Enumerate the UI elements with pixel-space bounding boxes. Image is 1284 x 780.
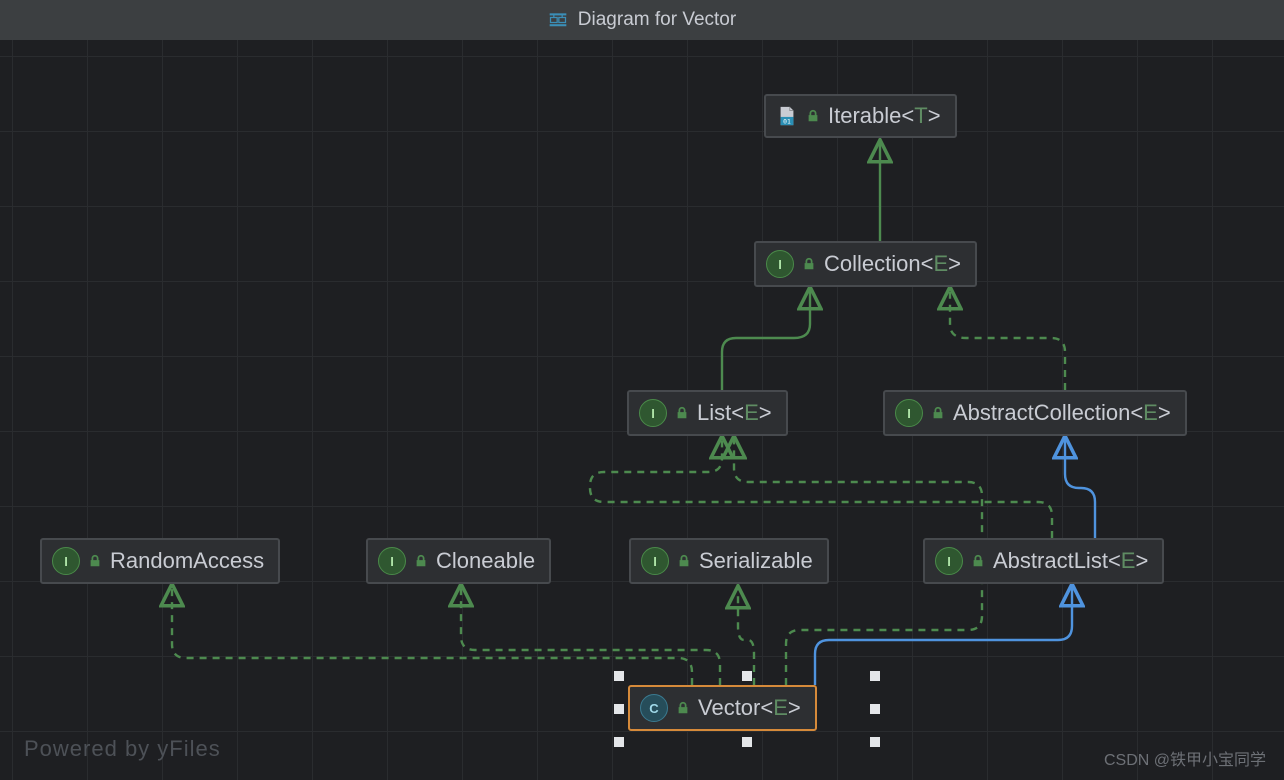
lock-icon <box>806 109 820 123</box>
edge-vector-cloneable <box>461 586 720 685</box>
node-label: AbstractList<E> <box>993 548 1148 574</box>
edge-vector-serializable <box>738 588 754 685</box>
lock-icon <box>802 257 816 271</box>
node-label: List<E> <box>697 400 772 426</box>
node-label: AbstractCollection<E> <box>953 400 1171 426</box>
node-label: RandomAccess <box>110 548 264 574</box>
node-label: Serializable <box>699 548 813 574</box>
interface-badge: I <box>641 547 669 575</box>
lock-icon <box>676 701 690 715</box>
edge-abscoll-collection <box>950 289 1065 390</box>
edge-list-collection <box>722 289 810 390</box>
lock-icon <box>931 406 945 420</box>
lock-icon <box>88 554 102 568</box>
edge-vector-abslist <box>815 586 1072 685</box>
node-abstractlist[interactable]: I AbstractList<E> <box>923 538 1164 584</box>
title-bar: Diagram for Vector <box>0 0 1284 40</box>
lock-icon <box>675 406 689 420</box>
node-label: Cloneable <box>436 548 535 574</box>
interface-badge: I <box>639 399 667 427</box>
title-text: Diagram for Vector <box>578 9 736 31</box>
lock-icon <box>414 554 428 568</box>
lock-icon <box>971 554 985 568</box>
interface-badge: I <box>766 250 794 278</box>
edge-abslist-abscoll <box>1065 438 1095 538</box>
node-serializable[interactable]: I Serializable <box>629 538 829 584</box>
class-badge: C <box>640 694 668 722</box>
node-abstractcollection[interactable]: I AbstractCollection<E> <box>883 390 1187 436</box>
interface-badge: I <box>895 399 923 427</box>
node-randomaccess[interactable]: I RandomAccess <box>40 538 280 584</box>
svg-text:01: 01 <box>783 117 791 125</box>
classfile-icon: 01 <box>776 105 798 127</box>
interface-badge: I <box>935 547 963 575</box>
edge-abslist-list <box>590 438 1052 538</box>
diagram-icon <box>548 10 568 30</box>
lock-icon <box>677 554 691 568</box>
node-list[interactable]: I List<E> <box>627 390 788 436</box>
node-label: Iterable<T> <box>828 103 941 129</box>
diagram-canvas[interactable]: 01 Iterable<T> I Collection<E> I List<E>… <box>0 40 1284 780</box>
node-label: Collection<E> <box>824 251 961 277</box>
node-iterable[interactable]: 01 Iterable<T> <box>764 94 957 138</box>
node-cloneable[interactable]: I Cloneable <box>366 538 551 584</box>
node-collection[interactable]: I Collection<E> <box>754 241 977 287</box>
node-label: Vector<E> <box>698 695 801 721</box>
interface-badge: I <box>52 547 80 575</box>
interface-badge: I <box>378 547 406 575</box>
powered-by-label: Powered by yFiles <box>24 736 221 762</box>
node-vector[interactable]: C Vector<E> <box>628 685 817 731</box>
edge-vector-random <box>172 586 692 685</box>
watermark: CSDN @铁甲小宝同学 <box>1104 746 1266 770</box>
